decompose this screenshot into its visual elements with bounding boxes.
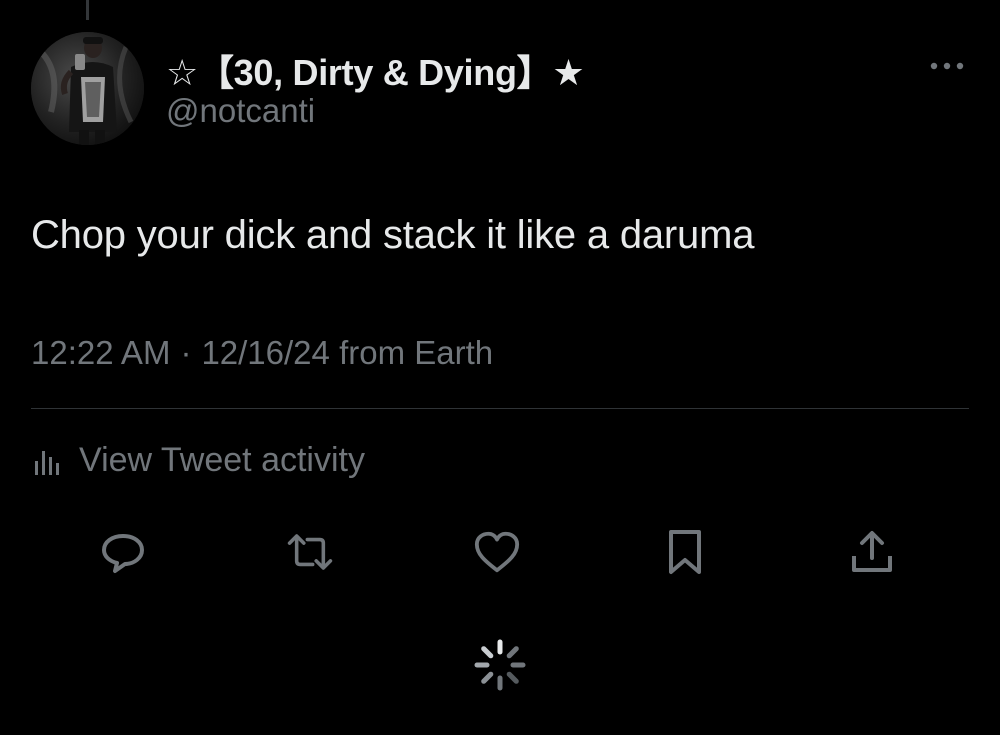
author-display-name[interactable]: ☆【30, Dirty & Dying】★ — [166, 44, 585, 96]
view-tweet-activity-link[interactable]: View Tweet activity — [31, 438, 365, 482]
analytics-icon — [35, 451, 59, 475]
tweet-source: from Earth — [339, 334, 494, 371]
tweet-text: Chop your dick and stack it like a darum… — [31, 213, 755, 257]
like-button[interactable] — [473, 528, 521, 576]
tweet-date[interactable]: 12/16/24 — [201, 334, 329, 371]
like-icon — [474, 531, 520, 573]
bookmark-icon — [669, 530, 701, 574]
tweet-time[interactable]: 12:22 AM — [31, 334, 170, 371]
retweet-button[interactable] — [286, 528, 334, 576]
author-handle[interactable]: @notcanti — [166, 92, 315, 130]
meta-separator: · — [180, 334, 192, 371]
thread-connector-line — [86, 0, 89, 20]
avatar[interactable] — [31, 32, 144, 145]
more-options-icon[interactable] — [926, 56, 968, 76]
avatar-image — [31, 32, 144, 145]
divider — [31, 408, 969, 409]
retweet-icon — [287, 534, 333, 570]
loading-spinner-icon — [474, 639, 526, 691]
view-tweet-activity-label: View Tweet activity — [79, 440, 365, 479]
bookmark-button[interactable] — [661, 528, 709, 576]
share-button[interactable] — [848, 528, 896, 576]
share-icon — [852, 531, 892, 572]
reply-button[interactable] — [99, 528, 147, 576]
tweet-metadata: 12:22 AM · 12/16/24 from Earth — [31, 334, 493, 372]
reply-icon — [102, 534, 144, 573]
